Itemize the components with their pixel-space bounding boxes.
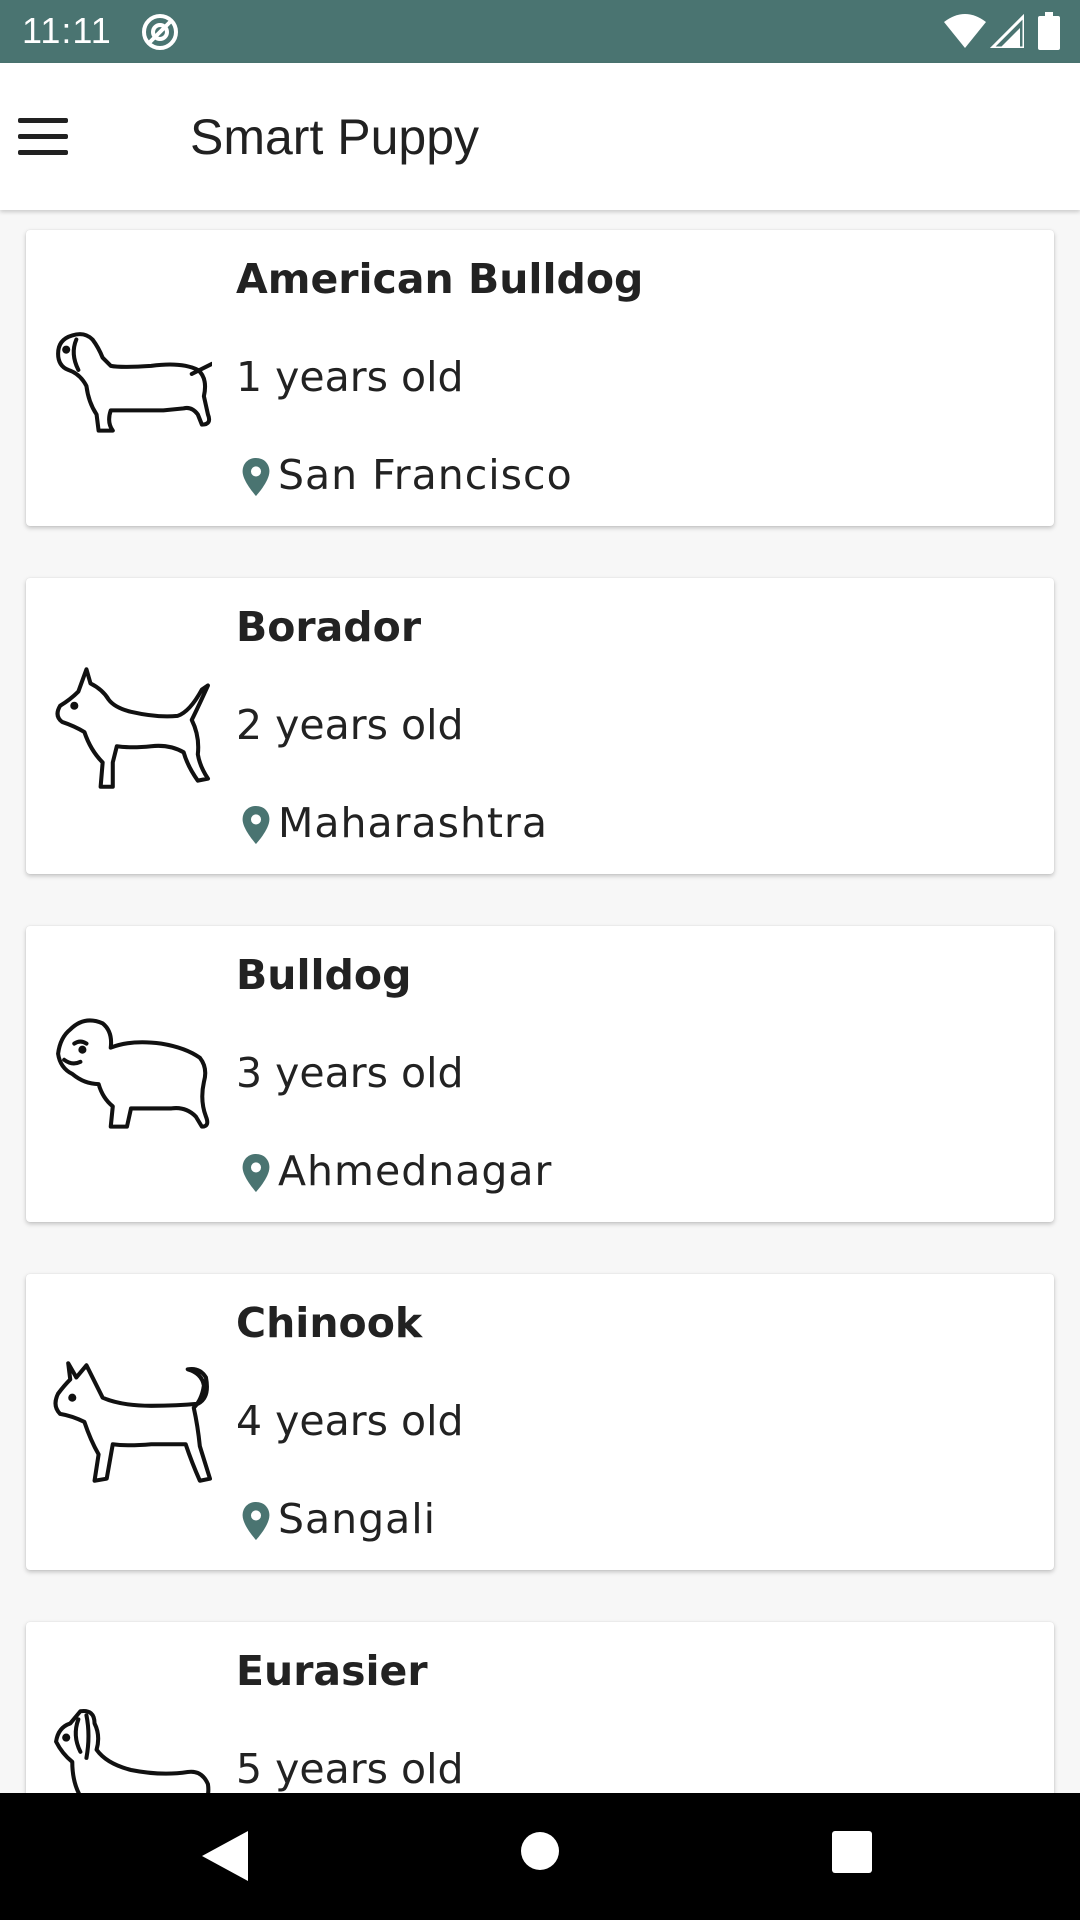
dog-name: Chinook [236,1299,423,1347]
dog-card[interactable]: Borador 2 years old Maharashtra [26,578,1054,874]
dog-name: American Bulldog [236,255,644,303]
longhair-dog-icon [54,1708,211,1793]
dog-age: 5 years old [236,1745,464,1793]
signal-icon [990,14,1024,48]
dog-card[interactable]: American Bulldog 1 years old San Francis… [26,230,1054,526]
dog-card[interactable]: Eurasier 5 years old [26,1622,1054,1793]
dog-card[interactable]: Bulldog 3 years old Ahmednagar [26,926,1054,1222]
battery-icon [1038,12,1060,50]
recents-icon[interactable] [832,1831,872,1873]
dog-age: 4 years old [236,1397,464,1445]
navigation-bar [0,1793,1080,1920]
app-title: Smart Puppy [190,109,480,165]
dog-age: 2 years old [236,701,464,749]
dog-location: Maharashtra [278,799,548,847]
at-sign-notification-icon [142,14,178,50]
dog-name: Bulldog [236,951,412,999]
status-bar: 11:11 [0,0,1080,63]
hamburger-menu-icon[interactable] [18,118,68,156]
back-icon[interactable] [200,1829,250,1883]
chihuahua-icon [53,1361,212,1483]
location-pin-icon [242,806,270,844]
dog-location: Ahmednagar [278,1147,553,1195]
location-pin-icon [242,1502,270,1540]
wifi-icon [944,14,986,48]
dog-location: San Francisco [278,451,573,499]
status-time: 11:11 [22,10,112,51]
dog-card[interactable]: Chinook 4 years old Sangali [26,1274,1054,1570]
location-pin-icon [242,1154,270,1192]
dog-age: 1 years old [236,353,464,401]
dog-location: Sangali [278,1495,437,1543]
dog-age: 3 years old [236,1049,464,1097]
app-bar: Smart Puppy [0,63,1080,210]
home-icon[interactable] [520,1831,560,1871]
dog-name: Eurasier [236,1647,428,1695]
dog-name: Borador [236,603,422,651]
dog-list[interactable]: American Bulldog 1 years old San Francis… [0,210,1080,1793]
terrier-icon [55,667,210,789]
location-pin-icon [242,458,270,496]
bulldog-icon [56,1018,210,1129]
dachshund-icon [56,332,212,433]
